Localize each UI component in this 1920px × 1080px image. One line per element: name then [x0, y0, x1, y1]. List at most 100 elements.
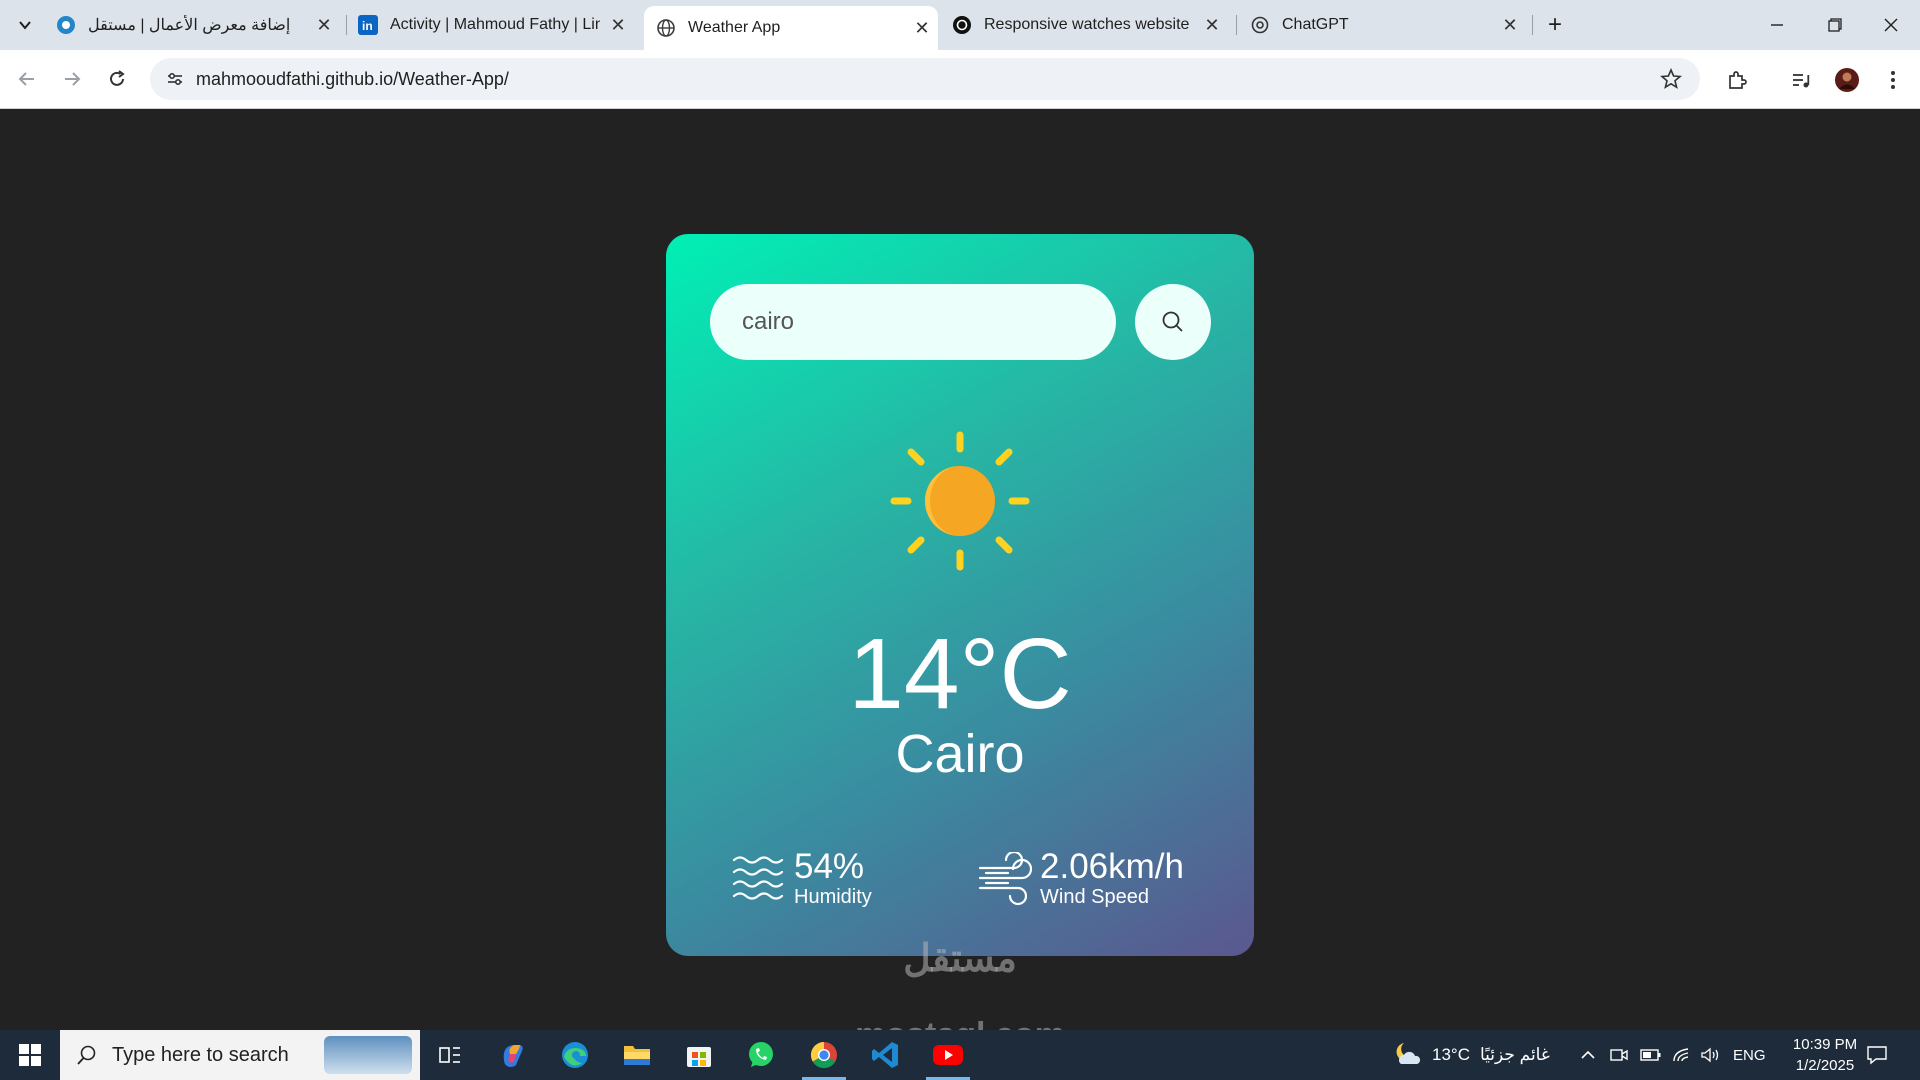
- wind-label: Wind Speed: [1040, 886, 1149, 908]
- close-tab-icon[interactable]: ✕: [1200, 13, 1224, 37]
- taskbar-search-placeholder: Type here to search: [112, 1043, 289, 1066]
- arrow-right-icon: [65, 72, 81, 86]
- youtube-icon: [933, 1045, 963, 1065]
- forward-button[interactable]: [55, 62, 89, 96]
- battery-icon: [1640, 1049, 1661, 1061]
- tab-title: إضافة معرض الأعمال | مستقل: [88, 17, 291, 34]
- task-view-button[interactable]: [420, 1030, 480, 1080]
- whatsapp-icon: [749, 1042, 773, 1067]
- folder-icon: [624, 1046, 650, 1065]
- back-button[interactable]: [10, 62, 44, 96]
- bookmark-star-icon[interactable]: [1660, 67, 1682, 95]
- tab-linkedin[interactable]: in Activity | Mahmoud Fathy | LinkedIn ✕: [358, 0, 630, 50]
- close-tab-icon[interactable]: ✕: [1498, 13, 1522, 37]
- arrow-left-icon: [18, 72, 34, 86]
- close-tab-icon[interactable]: ✕: [606, 13, 630, 37]
- clock-date: 1/2/2025: [1795, 1057, 1855, 1074]
- microsoft-store-app[interactable]: [669, 1030, 729, 1080]
- task-view-icon: [439, 1047, 460, 1063]
- sun-icon: [890, 431, 1030, 571]
- city-search-input[interactable]: cairo: [710, 284, 1116, 360]
- tab-weather-app[interactable]: Weather App ✕: [644, 6, 938, 50]
- browser-menu-button[interactable]: [1878, 65, 1908, 95]
- avatar-icon: [1835, 68, 1859, 92]
- vscode-app[interactable]: [856, 1030, 916, 1080]
- screen: إضافة معرض الأعمال | مستقل ✕ in Activity…: [0, 0, 1920, 1080]
- linkedin-icon: in: [358, 15, 378, 35]
- start-button[interactable]: [0, 1030, 60, 1080]
- address-bar[interactable]: mahmooudfathi.github.io/Weather-App/: [150, 58, 1700, 100]
- copilot-icon: [503, 1045, 523, 1067]
- volume-button[interactable]: [1700, 1030, 1720, 1080]
- tab-title: Activity | Mahmoud Fathy | LinkedIn: [390, 16, 600, 33]
- close-tab-icon[interactable]: ✕: [910, 16, 934, 40]
- close-icon: [1884, 18, 1898, 32]
- tab-separator: [1236, 15, 1237, 35]
- tab-search-button[interactable]: [10, 10, 40, 40]
- restore-icon: [1828, 18, 1842, 32]
- svg-text:in: in: [362, 19, 373, 33]
- taskbar-weather-desc: غائم جزئيًا: [1479, 1045, 1550, 1064]
- new-tab-button[interactable]: +: [1540, 10, 1570, 40]
- wifi-icon: [1673, 1048, 1689, 1062]
- profile-avatar[interactable]: [1832, 65, 1862, 95]
- network-button[interactable]: [1672, 1030, 1692, 1080]
- show-hidden-icons-button[interactable]: [1580, 1030, 1596, 1080]
- tab-title: ChatGPT: [1282, 16, 1349, 33]
- site-info-icon[interactable]: [158, 70, 192, 88]
- url-text: mahmooudfathi.github.io/Weather-App/: [196, 68, 509, 89]
- edge-icon: [562, 1042, 588, 1068]
- chevron-up-icon: [1581, 1050, 1595, 1059]
- notifications-button[interactable]: [1866, 1030, 1888, 1080]
- chatgpt-icon: [1250, 15, 1270, 35]
- media-icon: [1793, 74, 1810, 88]
- file-explorer-app[interactable]: [607, 1030, 667, 1080]
- search-button[interactable]: [1135, 284, 1211, 360]
- battery-button[interactable]: [1640, 1030, 1662, 1080]
- tab-separator: [346, 15, 347, 35]
- camera-icon: [1610, 1049, 1628, 1061]
- mostaql-icon: [56, 15, 76, 35]
- system-clock[interactable]: 10:39 PM 1/2/2025: [1770, 1034, 1880, 1076]
- edge-app[interactable]: [545, 1030, 605, 1080]
- temperature: 14°C: [848, 618, 1072, 730]
- partly-cloudy-night-icon: [1396, 1043, 1421, 1064]
- tab-title: Responsive watches website: [984, 16, 1190, 33]
- browser-toolbar: mahmooudfathi.github.io/Weather-App/: [0, 50, 1920, 109]
- meet-now-button[interactable]: [1610, 1030, 1628, 1080]
- media-controls-button[interactable]: [1786, 65, 1816, 95]
- whatsapp-app[interactable]: [731, 1030, 791, 1080]
- chrome-app[interactable]: [794, 1030, 854, 1080]
- input-language[interactable]: ENG: [1733, 1030, 1766, 1080]
- weather-widget[interactable]: 13°C غائم جزئيًا: [1392, 1030, 1550, 1080]
- wind-icon: [978, 852, 1032, 906]
- close-tab-icon[interactable]: ✕: [312, 13, 336, 37]
- humidity-label: Humidity: [794, 886, 872, 908]
- tab-watches[interactable]: Responsive watches website ✕: [952, 0, 1224, 50]
- weather-card: cairo 14°C Cairo 54% Humidity 2.06km/h W…: [666, 234, 1254, 956]
- taskbar-search-box[interactable]: Type here to search: [60, 1030, 420, 1080]
- humidity-value: 54%: [794, 847, 865, 886]
- plus-icon: +: [1547, 11, 1562, 38]
- tab-chatgpt[interactable]: ChatGPT ✕: [1250, 0, 1522, 50]
- copilot-app[interactable]: [483, 1030, 543, 1080]
- restore-button[interactable]: [1806, 0, 1864, 50]
- humidity-stat: 54% Humidity: [732, 849, 872, 909]
- close-window-button[interactable]: [1862, 0, 1920, 50]
- chevron-down-icon: [19, 21, 31, 30]
- reload-button[interactable]: [100, 62, 134, 96]
- vscode-icon: [872, 1042, 898, 1068]
- site-icon: [952, 15, 972, 35]
- minimize-button[interactable]: [1748, 0, 1806, 50]
- tab-title: Weather App: [688, 19, 781, 36]
- notification-icon: [1867, 1046, 1887, 1065]
- tab-mostaql[interactable]: إضافة معرض الأعمال | مستقل ✕: [56, 0, 336, 50]
- clock-time: 10:39 PM: [1792, 1036, 1858, 1053]
- wind-value: 2.06km/h: [1040, 847, 1184, 886]
- tab-separator: [1532, 15, 1533, 35]
- taskbar: Type here to search 13°C غائم جزئيًا ENG…: [0, 1030, 1920, 1080]
- wind-stat: 2.06km/h Wind Speed: [978, 849, 1184, 909]
- extensions-button[interactable]: [1722, 65, 1752, 95]
- youtube-app[interactable]: [918, 1030, 978, 1080]
- tab-strip: إضافة معرض الأعمال | مستقل ✕ in Activity…: [0, 0, 1920, 50]
